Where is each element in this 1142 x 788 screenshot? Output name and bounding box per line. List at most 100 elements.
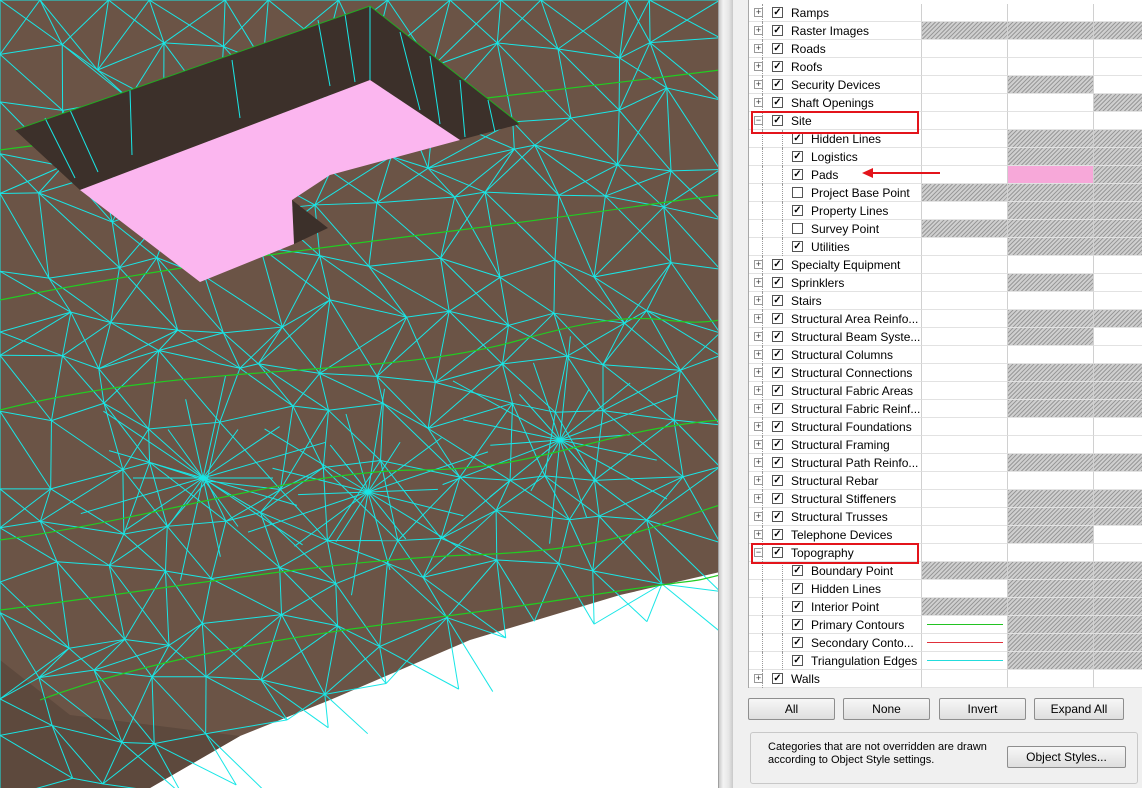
tree-row[interactable]: ✓ Secondary Conto... bbox=[749, 634, 1142, 652]
expand-icon[interactable]: + bbox=[754, 26, 763, 35]
override-cell[interactable] bbox=[922, 562, 1008, 580]
expand-icon[interactable]: + bbox=[754, 530, 763, 539]
override-cell[interactable] bbox=[1094, 292, 1142, 310]
override-cell[interactable] bbox=[1094, 670, 1142, 688]
expand-icon[interactable]: + bbox=[754, 296, 763, 305]
tree-row[interactable]: + ✓ Stairs bbox=[749, 292, 1142, 310]
override-cell[interactable] bbox=[1008, 328, 1094, 346]
tree-row[interactable]: + ✓ Security Devices bbox=[749, 76, 1142, 94]
none-button[interactable]: None bbox=[843, 698, 930, 720]
override-cell[interactable] bbox=[1094, 598, 1142, 616]
expand-icon[interactable]: + bbox=[754, 512, 763, 521]
override-cell[interactable] bbox=[922, 508, 1008, 526]
visibility-checkbox[interactable]: ✓ bbox=[792, 205, 803, 216]
tree-row[interactable]: + ✓ Structural Path Reinfo... bbox=[749, 454, 1142, 472]
override-cell[interactable] bbox=[1008, 76, 1094, 94]
visibility-checkbox[interactable]: ✓ bbox=[792, 583, 803, 594]
override-cell[interactable] bbox=[1094, 220, 1142, 238]
override-cell[interactable] bbox=[922, 292, 1008, 310]
visibility-checkbox[interactable]: ✓ bbox=[792, 169, 803, 180]
override-cell[interactable] bbox=[922, 346, 1008, 364]
override-cell[interactable] bbox=[1008, 382, 1094, 400]
expand-icon[interactable]: + bbox=[754, 404, 763, 413]
expand-icon[interactable]: + bbox=[754, 332, 763, 341]
visibility-checkbox[interactable]: ✓ bbox=[772, 313, 783, 324]
tree-row[interactable]: + ✓ Roofs bbox=[749, 58, 1142, 76]
override-cell[interactable] bbox=[1008, 598, 1094, 616]
override-cell[interactable] bbox=[1094, 310, 1142, 328]
tree-row[interactable]: + ✓ Sprinklers bbox=[749, 274, 1142, 292]
tree-row[interactable]: + ✓ Structural Fabric Areas bbox=[749, 382, 1142, 400]
visibility-checkbox[interactable]: ✓ bbox=[772, 475, 783, 486]
override-cell[interactable] bbox=[922, 112, 1008, 130]
tree-row[interactable]: + ✓ Roads bbox=[749, 40, 1142, 58]
override-cell[interactable] bbox=[1094, 472, 1142, 490]
override-cell[interactable] bbox=[1094, 40, 1142, 58]
visibility-checkbox[interactable]: ✓ bbox=[772, 457, 783, 468]
tree-row[interactable]: + ✓ Structural Area Reinfo... bbox=[749, 310, 1142, 328]
visibility-checkbox[interactable]: ✓ bbox=[792, 655, 803, 666]
override-cell[interactable] bbox=[1008, 94, 1094, 112]
override-cell[interactable] bbox=[1008, 400, 1094, 418]
override-cell[interactable] bbox=[1094, 544, 1142, 562]
override-cell[interactable] bbox=[1094, 76, 1142, 94]
override-cell[interactable] bbox=[1008, 652, 1094, 670]
override-cell[interactable] bbox=[922, 148, 1008, 166]
visibility-checkbox[interactable]: ✓ bbox=[772, 403, 783, 414]
expand-icon[interactable]: + bbox=[754, 62, 763, 71]
override-cell[interactable] bbox=[922, 616, 1008, 634]
override-cell[interactable] bbox=[1094, 130, 1142, 148]
override-cell[interactable] bbox=[1008, 238, 1094, 256]
splitter[interactable] bbox=[718, 0, 733, 788]
visibility-checkbox[interactable]: ✓ bbox=[772, 439, 783, 450]
override-cell[interactable] bbox=[1008, 166, 1094, 184]
visibility-checkbox[interactable]: ✓ bbox=[772, 259, 783, 270]
override-cell[interactable] bbox=[1008, 310, 1094, 328]
tree-row[interactable]: + ✓ Specialty Equipment bbox=[749, 256, 1142, 274]
override-cell[interactable] bbox=[922, 310, 1008, 328]
override-cell[interactable] bbox=[1008, 454, 1094, 472]
tree-row[interactable]: Project Base Point bbox=[749, 184, 1142, 202]
override-cell[interactable] bbox=[1094, 652, 1142, 670]
override-cell[interactable] bbox=[922, 202, 1008, 220]
all-button[interactable]: All bbox=[748, 698, 835, 720]
override-cell[interactable] bbox=[1008, 616, 1094, 634]
override-cell[interactable] bbox=[922, 382, 1008, 400]
override-cell[interactable] bbox=[1008, 202, 1094, 220]
visibility-checkbox[interactable]: ✓ bbox=[772, 367, 783, 378]
invert-button[interactable]: Invert bbox=[939, 698, 1026, 720]
tree-row[interactable]: + ✓ Ramps bbox=[749, 4, 1142, 22]
override-cell[interactable] bbox=[922, 40, 1008, 58]
override-cell[interactable] bbox=[1094, 382, 1142, 400]
tree-row[interactable]: + ✓ Structural Trusses bbox=[749, 508, 1142, 526]
override-cell[interactable] bbox=[1008, 346, 1094, 364]
override-cell[interactable] bbox=[922, 670, 1008, 688]
override-cell[interactable] bbox=[922, 256, 1008, 274]
expand-icon[interactable]: + bbox=[754, 422, 763, 431]
override-cell[interactable] bbox=[1094, 112, 1142, 130]
tree-row[interactable]: ✓ Hidden Lines bbox=[749, 580, 1142, 598]
expand-icon[interactable]: + bbox=[754, 674, 763, 683]
override-cell[interactable] bbox=[1008, 364, 1094, 382]
expand-icon[interactable]: + bbox=[754, 368, 763, 377]
tree-row[interactable]: ✓ Utilities bbox=[749, 238, 1142, 256]
visibility-checkbox[interactable]: ✓ bbox=[772, 421, 783, 432]
visibility-checkbox[interactable]: ✓ bbox=[772, 79, 783, 90]
visibility-checkbox[interactable]: ✓ bbox=[772, 493, 783, 504]
override-cell[interactable] bbox=[1008, 220, 1094, 238]
override-cell[interactable] bbox=[1094, 238, 1142, 256]
expand-icon[interactable]: + bbox=[754, 476, 763, 485]
override-cell[interactable] bbox=[1008, 490, 1094, 508]
tree-row[interactable]: + ✓ Shaft Openings bbox=[749, 94, 1142, 112]
tree-row[interactable]: + ✓ Structural Framing bbox=[749, 436, 1142, 454]
override-cell[interactable] bbox=[1008, 670, 1094, 688]
override-cell[interactable] bbox=[1094, 580, 1142, 598]
override-cell[interactable] bbox=[1008, 562, 1094, 580]
override-cell[interactable] bbox=[922, 454, 1008, 472]
expand-icon[interactable]: + bbox=[754, 440, 763, 449]
override-cell[interactable] bbox=[922, 274, 1008, 292]
override-cell[interactable] bbox=[1008, 436, 1094, 454]
override-cell[interactable] bbox=[1008, 22, 1094, 40]
override-cell[interactable] bbox=[922, 400, 1008, 418]
visibility-checkbox[interactable]: ✓ bbox=[772, 385, 783, 396]
